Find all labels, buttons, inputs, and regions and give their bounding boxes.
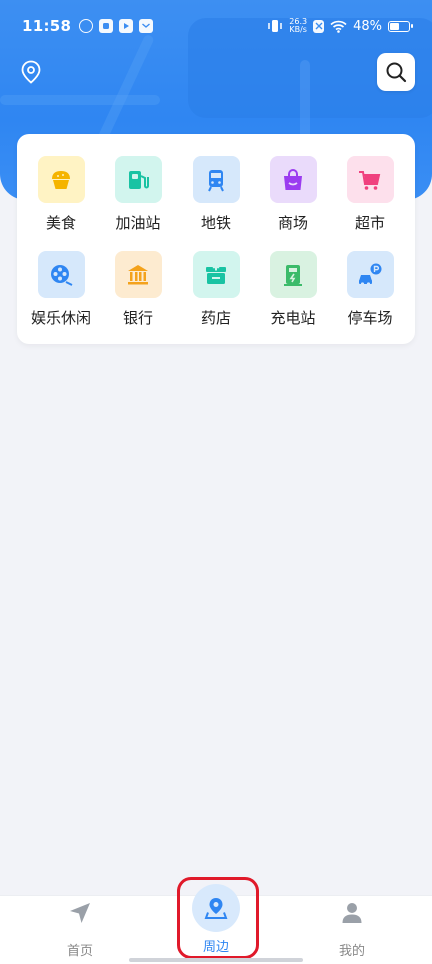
category-tile	[346, 251, 394, 298]
app-icon	[99, 19, 114, 33]
play-icon	[119, 19, 134, 33]
search-icon	[386, 62, 407, 83]
category-food[interactable]: 美食	[22, 156, 100, 233]
shopping-cart-icon	[359, 170, 381, 190]
category-label: 停车场	[347, 309, 393, 327]
search-button[interactable]	[377, 53, 415, 91]
category-tile	[114, 251, 162, 298]
status-right: 26.3 KB/s 48%	[267, 18, 413, 34]
home-indicator[interactable]	[129, 958, 303, 962]
category-tile	[269, 156, 317, 203]
highlight-box	[177, 877, 259, 959]
category-gas-station[interactable]: 加油站	[99, 156, 177, 233]
category-entertainment[interactable]: 娱乐休闲	[22, 251, 100, 328]
category-supermarket[interactable]: 超市	[331, 156, 409, 233]
nav-item-profile[interactable]: 我的	[312, 900, 392, 959]
bank-icon	[128, 264, 148, 284]
user-icon	[342, 903, 362, 923]
charging-station-icon	[284, 264, 302, 286]
notification-icons	[79, 19, 154, 33]
category-mall[interactable]: 商场	[254, 156, 332, 233]
map-decoration	[0, 95, 160, 105]
category-label: 药店	[200, 309, 231, 327]
category-label: 美食	[45, 214, 76, 232]
nav-label: 首页	[66, 944, 93, 959]
navigation-arrow-icon	[70, 903, 90, 923]
shopping-bag-icon	[284, 168, 302, 190]
parking-icon	[359, 263, 382, 286]
category-parking[interactable]: 停车场	[331, 251, 409, 328]
category-label: 地铁	[200, 214, 231, 232]
category-tile	[192, 251, 240, 298]
category-grid: 美食 加油站 地铁 商场 超市 娱乐休闲 银行 药店 充电站 停车场	[17, 134, 415, 344]
vibrate-icon	[268, 20, 283, 32]
wifi-icon	[330, 20, 347, 33]
category-tile	[37, 156, 85, 203]
category-charging-station[interactable]: 充电站	[254, 251, 332, 328]
leaf-app-icon	[79, 19, 94, 33]
category-tile	[114, 156, 162, 203]
no-sim-icon	[313, 19, 325, 33]
category-tile	[192, 156, 240, 203]
pharmacy-icon	[206, 263, 226, 284]
category-label: 超市	[354, 214, 385, 232]
category-label: 娱乐休闲	[30, 309, 91, 327]
category-tile	[269, 251, 317, 298]
film-reel-icon	[51, 264, 73, 286]
subway-icon	[208, 169, 224, 191]
category-label: 商场	[277, 214, 308, 232]
battery-percent: 48%	[353, 18, 382, 34]
category-pharmacy[interactable]: 药店	[177, 251, 255, 328]
category-label: 充电站	[270, 309, 316, 327]
category-subway[interactable]: 地铁	[177, 156, 255, 233]
gas-station-icon	[129, 170, 149, 189]
category-tile	[37, 251, 85, 298]
food-icon	[52, 170, 70, 189]
location-pin-icon[interactable]	[20, 60, 42, 84]
network-speed: 26.3 KB/s	[289, 18, 307, 34]
status-time: 11:58	[22, 17, 72, 35]
category-bank[interactable]: 银行	[99, 251, 177, 328]
mail-icon	[139, 19, 154, 33]
battery-icon	[388, 20, 413, 32]
category-tile	[346, 156, 394, 203]
category-label: 银行	[122, 309, 153, 327]
net-speed-unit: KB/s	[289, 25, 307, 34]
category-label: 加油站	[115, 214, 161, 232]
status-bar: 11:58 26.3 KB/s 48%	[0, 0, 432, 52]
nav-item-home[interactable]: 首页	[40, 900, 120, 959]
nav-label: 我的	[338, 944, 365, 959]
